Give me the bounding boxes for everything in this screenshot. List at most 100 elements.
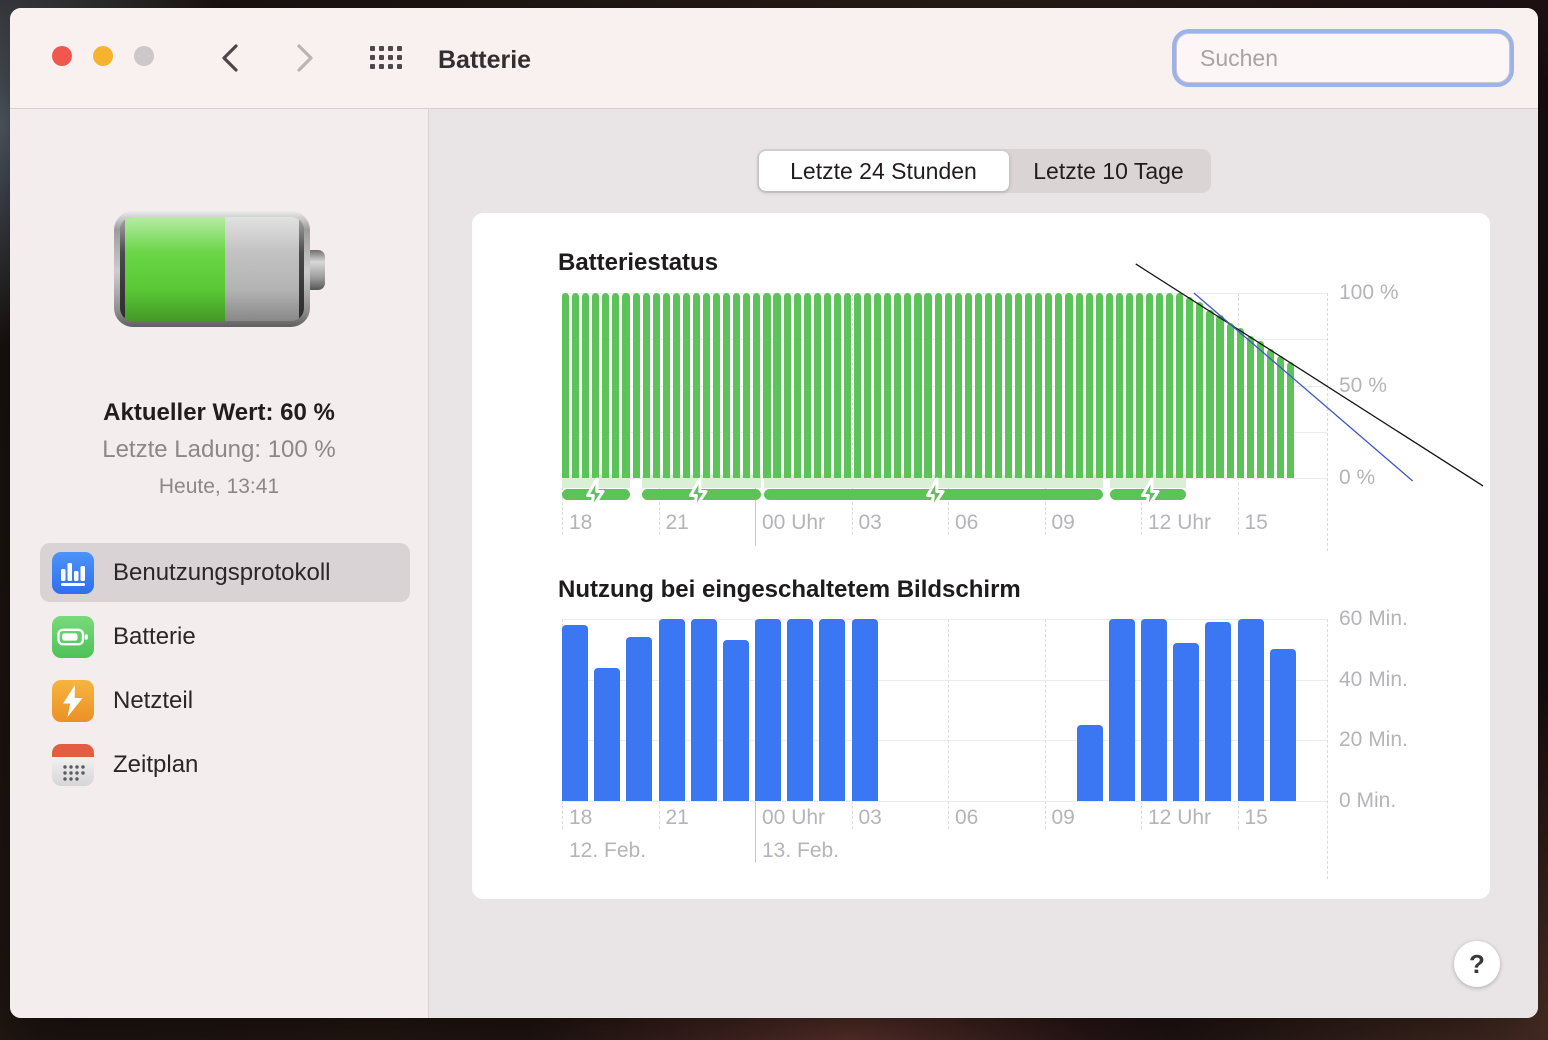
x-axis-tick-label: 06 bbox=[955, 511, 979, 534]
battery-level-bar bbox=[803, 293, 811, 478]
x-axis-tick-label: 03 bbox=[858, 511, 882, 534]
sidebar-item-netzteil[interactable]: Netzteil bbox=[40, 671, 410, 730]
usage-history-icon bbox=[52, 551, 94, 594]
forward-button[interactable] bbox=[288, 41, 322, 75]
battery-level-bar bbox=[864, 293, 872, 478]
x-axis-tick-label: 21 bbox=[665, 806, 689, 829]
screen-usage-chart-title: Nutzung bei eingeschaltetem Bildschirm bbox=[558, 576, 1021, 603]
battery-level-bar bbox=[733, 293, 741, 478]
battery-level-bar bbox=[894, 293, 902, 478]
help-button[interactable]: ? bbox=[1454, 941, 1500, 987]
battery-level-bar bbox=[1135, 293, 1144, 478]
zoom-window-button[interactable] bbox=[134, 46, 154, 66]
battery-terminal bbox=[310, 250, 325, 290]
minimize-window-button[interactable] bbox=[93, 46, 113, 66]
sidebar-item-batterie[interactable]: Batterie bbox=[40, 607, 410, 666]
close-window-button[interactable] bbox=[52, 46, 72, 66]
battery-level-bar bbox=[1125, 293, 1133, 478]
battery-level-bar bbox=[1166, 293, 1174, 478]
battery-level-bar bbox=[783, 293, 791, 478]
sidebar-item-zeitplan[interactable]: Zeitplan bbox=[40, 735, 410, 794]
battery-level-bar bbox=[1176, 293, 1184, 478]
battery-level-bar bbox=[642, 293, 650, 478]
battery-level-bar bbox=[1286, 361, 1295, 478]
calendar-header bbox=[52, 743, 94, 757]
sidebar-nav: Benutzungsprotokoll Batterie Netzteil Ze… bbox=[40, 543, 410, 794]
sidebar: Aktueller Wert: 60 % Letzte Ladung: 100 … bbox=[10, 109, 429, 1018]
battery-level-bar bbox=[793, 293, 801, 478]
screen-on-usage-bar bbox=[787, 619, 814, 801]
battery-level-bar bbox=[813, 293, 821, 478]
battery-level-bar bbox=[1236, 328, 1244, 478]
screen-on-usage-bar bbox=[851, 619, 878, 801]
back-button[interactable] bbox=[213, 41, 247, 75]
search-field[interactable] bbox=[1176, 33, 1510, 83]
sidebar-item-label: Batterie bbox=[113, 622, 196, 650]
screen-on-usage-bar bbox=[594, 667, 621, 801]
tab-letzte-24-stunden[interactable]: Letzte 24 Stunden bbox=[758, 151, 1009, 191]
sidebar-item-benutzungsprotokoll[interactable]: Benutzungsprotokoll bbox=[40, 543, 410, 602]
window-controls bbox=[52, 46, 154, 66]
y-axis-tick-label: 20 Min. bbox=[1339, 728, 1408, 752]
battery-level-bar bbox=[924, 293, 932, 478]
battery-level-bar bbox=[823, 293, 831, 478]
x-axis-tick-label: 18 bbox=[569, 511, 593, 534]
battery-level-bar bbox=[1266, 348, 1274, 478]
screen-on-usage-bar bbox=[1173, 643, 1200, 801]
y-gridline bbox=[562, 801, 1327, 802]
battery-level-bar bbox=[874, 293, 882, 478]
battery-status-chart-title: Batteriestatus bbox=[558, 249, 719, 276]
battery-level-bar bbox=[773, 293, 781, 478]
battery-level-bar bbox=[1045, 293, 1053, 478]
battery-level-bar bbox=[632, 293, 640, 478]
x-axis-tick-label: 15 bbox=[1244, 806, 1268, 829]
screen-on-usage-bar bbox=[626, 637, 653, 801]
battery-level-bar bbox=[1025, 293, 1033, 478]
time-range-segmented-control: Letzte 24 Stunden Letzte 10 Tage bbox=[756, 149, 1211, 193]
sidebar-item-label: Benutzungsprotokoll bbox=[113, 558, 331, 586]
battery-level-bar bbox=[1115, 293, 1123, 478]
battery-level-bar bbox=[1276, 355, 1284, 478]
search-input[interactable] bbox=[1198, 43, 1498, 73]
x-axis-tick-label: 09 bbox=[1051, 511, 1075, 534]
x-axis-tick-label: 15 bbox=[1244, 511, 1268, 534]
main-content: Letzte 24 Stunden Letzte 10 Tage Batteri… bbox=[429, 109, 1538, 1018]
battery-level-bar bbox=[753, 293, 761, 478]
battery-level-bar bbox=[934, 293, 942, 478]
battery-level-bar bbox=[914, 293, 922, 478]
sidebar-item-label: Netzteil bbox=[113, 686, 194, 714]
x-axis-date-label: 12. Feb. bbox=[569, 839, 647, 862]
sidebar-item-label: Zeitplan bbox=[113, 750, 199, 778]
battery-icon bbox=[52, 615, 94, 658]
chevron-right-icon bbox=[297, 44, 313, 72]
battery-level-bar bbox=[1055, 293, 1063, 478]
battery-preferences-window: Batterie Aktueller Wert: 60 % Letzte Lad… bbox=[10, 8, 1538, 1018]
battery-level-bar bbox=[1226, 322, 1234, 478]
battery-level-bar bbox=[612, 293, 620, 478]
battery-level-bar bbox=[713, 293, 721, 478]
screen-on-usage-bar bbox=[1076, 725, 1103, 801]
x-axis-tick-label: 06 bbox=[955, 806, 979, 829]
battery-level-bar bbox=[994, 293, 1003, 478]
charging-bolt-icon bbox=[686, 477, 710, 511]
x-gridline bbox=[1327, 293, 1328, 551]
y-axis-tick-label: 0 Min. bbox=[1339, 789, 1397, 812]
x-axis-tick-label: 21 bbox=[665, 511, 689, 534]
screen-on-usage-bar bbox=[1108, 619, 1135, 801]
charts-card: Batteriestatus 100 % 50 % 0 % 18 21 00 Uhr 03 0… bbox=[472, 213, 1490, 899]
battery-level-bar bbox=[1256, 341, 1264, 478]
battery-level-bar bbox=[1196, 302, 1204, 479]
screen-on-usage-bar bbox=[658, 619, 685, 801]
battery-level-bar bbox=[1216, 315, 1224, 478]
battery-level-bar bbox=[1246, 335, 1254, 478]
battery-level-bar bbox=[964, 293, 972, 478]
battery-level-bar bbox=[562, 293, 570, 478]
battery-level-bar bbox=[1075, 293, 1083, 478]
x-axis-tick-label: 18 bbox=[569, 806, 593, 829]
show-all-grid-icon[interactable] bbox=[370, 46, 404, 77]
y-axis-tick-label: 40 Min. bbox=[1339, 667, 1408, 691]
x-axis-date-label: 13. Feb. bbox=[762, 839, 840, 862]
x-axis-tick-label: 00 Uhr bbox=[762, 511, 826, 534]
tab-letzte-10-tage[interactable]: Letzte 10 Tage bbox=[1009, 151, 1209, 191]
schedule-icon bbox=[52, 743, 94, 786]
